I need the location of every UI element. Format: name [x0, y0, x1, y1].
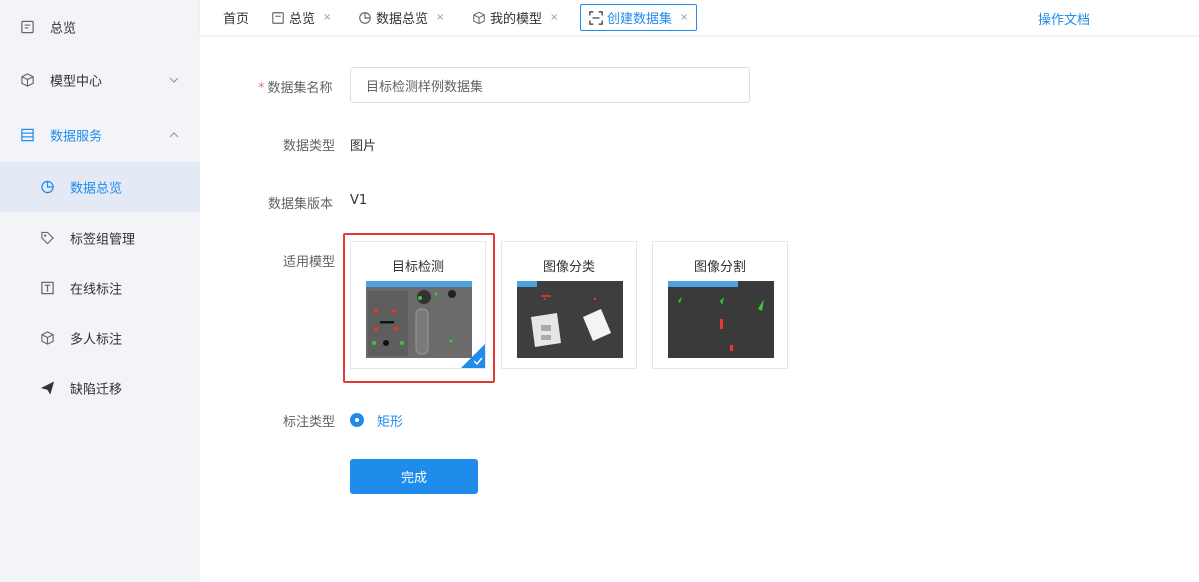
sidebar-item-label: 数据总览 — [70, 181, 123, 197]
image-segmentation-thumbnail — [668, 281, 774, 358]
model-card-object-detection[interactable]: 目标检测 — [350, 241, 486, 369]
sidebar-item-tag-groups[interactable]: 标签组管理 — [0, 213, 200, 263]
sidebar-item-defect-migration[interactable]: 缺陷迁移 — [0, 363, 200, 413]
model-card-title: 图像分类 — [542, 260, 595, 275]
applicable-model-label: 适用模型 — [283, 255, 336, 270]
sidebar-item-label: 标签组管理 — [70, 232, 136, 248]
dataset-name-input[interactable] — [350, 67, 750, 103]
tab-overview[interactable]: 总览 × — [271, 4, 331, 31]
close-icon[interactable]: × — [323, 12, 331, 23]
sidebar-item-label: 在线标注 — [70, 282, 123, 298]
sidebar-item-data-overview[interactable]: 数据总览 — [0, 162, 200, 212]
chevron-up-icon — [169, 132, 179, 138]
dataset-version-label: 数据集版本 — [268, 197, 334, 212]
tab-data-overview[interactable]: 数据总览 × — [358, 4, 444, 31]
model-card-image-segmentation[interactable]: 图像分割 — [652, 241, 788, 369]
model-card-title: 目标检测 — [391, 260, 444, 275]
sidebar-item-label: 多人标注 — [70, 332, 123, 348]
tab-label: 数据总览 — [376, 12, 429, 27]
tab-label: 首页 — [223, 12, 250, 27]
tab-my-models[interactable]: 我的模型 × — [472, 4, 558, 31]
object-detection-thumbnail — [366, 281, 472, 358]
sidebar-item-label: 模型中心 — [50, 74, 103, 90]
paper-plane-icon — [40, 381, 55, 395]
dataset-version-value: V1 — [350, 193, 368, 208]
model-card-image-classification[interactable]: 图像分类 — [501, 241, 637, 369]
overview-icon — [272, 11, 284, 24]
model-card-title: 图像分割 — [693, 260, 746, 275]
tab-bar: 首页 总览 × 数据总览 × 我的模型 × 创建数据集 × 操作文档 — [200, 0, 1199, 36]
image-classification-thumbnail — [517, 281, 623, 358]
done-button[interactable]: 完成 — [350, 459, 478, 494]
data-type-value: 图片 — [350, 139, 377, 154]
sidebar-item-data-service[interactable]: 数据服务 — [0, 110, 200, 160]
close-icon[interactable]: × — [550, 12, 558, 23]
tab-label: 总览 — [289, 12, 316, 27]
scan-icon — [589, 10, 603, 25]
docs-link[interactable]: 操作文档 — [1038, 9, 1090, 28]
rectangle-radio[interactable] — [350, 413, 364, 427]
chevron-down-icon — [169, 77, 179, 83]
close-icon[interactable]: × — [436, 12, 444, 23]
cube-icon — [21, 73, 34, 87]
sidebar-item-overview[interactable]: 总览 — [0, 2, 200, 52]
sidebar: 总览 模型中心 数据服务 数据总览 标签组管理 在线标注 多人标注 缺陷迁移 — [0, 0, 200, 582]
sidebar-item-label: 缺陷迁移 — [70, 382, 123, 398]
annotation-type-label: 标注类型 — [283, 415, 336, 430]
rectangle-radio-label[interactable]: 矩形 — [377, 411, 403, 430]
data-type-label: 数据类型 — [283, 139, 336, 154]
tag-icon — [41, 231, 54, 245]
required-mark: * — [258, 81, 265, 96]
dataset-name-label: * 数据集名称 — [258, 81, 333, 96]
sidebar-item-online-annotation[interactable]: 在线标注 — [0, 263, 200, 313]
sidebar-item-label: 总览 — [50, 21, 77, 37]
text-box-icon — [41, 281, 54, 295]
pie-chart-icon — [359, 11, 371, 24]
sidebar-item-multi-annotation[interactable]: 多人标注 — [0, 313, 200, 363]
sidebar-item-model-center[interactable]: 模型中心 — [0, 55, 200, 105]
sidebar-item-label: 数据服务 — [50, 129, 103, 145]
multi-cube-icon — [41, 331, 54, 345]
overview-icon — [21, 20, 34, 34]
tab-create-dataset[interactable]: 创建数据集 × — [580, 4, 698, 31]
check-icon — [473, 357, 483, 366]
tab-label: 创建数据集 — [607, 12, 673, 27]
cube-icon — [473, 11, 485, 24]
pie-chart-icon — [41, 180, 54, 194]
database-icon — [21, 128, 34, 142]
close-icon[interactable]: × — [680, 12, 688, 23]
tab-home[interactable]: 首页 — [223, 4, 249, 31]
tab-label: 我的模型 — [490, 12, 543, 27]
